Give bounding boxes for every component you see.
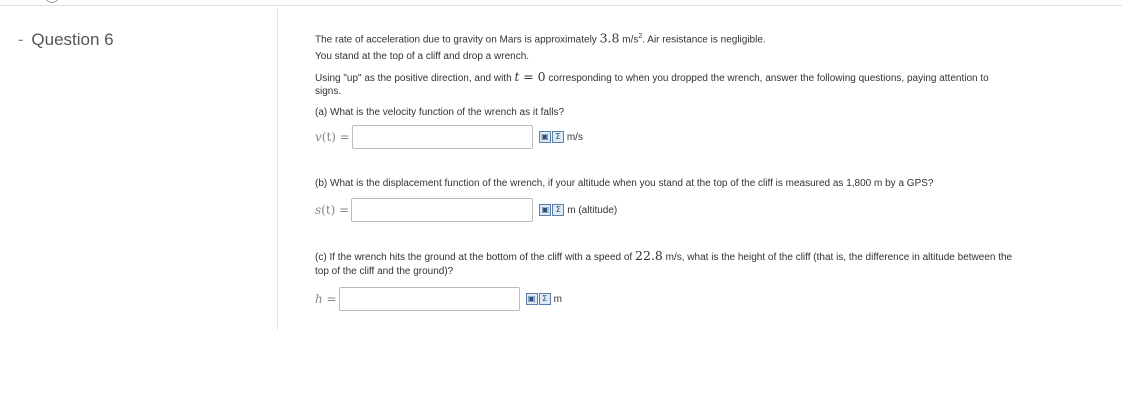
collapse-toggle[interactable]: - [18,30,24,49]
part-c-lhs: h = [315,292,337,306]
sigma-icon[interactable]: Σ [551,131,564,143]
impact-speed: 22.8 [635,248,663,263]
preview-icon[interactable]: ▣ [538,131,551,143]
sidebar-divider [277,8,278,330]
height-input[interactable] [338,287,520,311]
part-c-unit: m [553,293,562,305]
part-b-answer-row: s(t) = ▣ Σ m (altitude) [315,197,617,223]
part-b-unit: m (altitude) [567,204,618,216]
part-b-lhs: s(t) = [315,203,350,217]
part-c-answer-row: h = ▣ Σ m [315,286,562,312]
part-a-question: (a) What is the velocity function of the… [315,107,564,118]
problem-line-3: Using "up" as the positive direction, an… [315,69,989,84]
problem-line-1: The rate of acceleration due to gravity … [315,30,766,46]
preview-icon[interactable]: ▣ [525,293,538,305]
part-c-question-line2: top of the cliff and the ground)? [315,266,454,277]
displacement-input[interactable] [351,198,534,222]
sigma-icon[interactable]: Σ [552,204,565,216]
velocity-input[interactable] [351,125,533,149]
part-a-unit: m/s [566,131,583,143]
sigma-icon[interactable]: Σ [538,293,551,305]
preview-icon[interactable]: ▣ [539,204,552,216]
question-title: Question 6 [31,30,114,49]
prev-question-fragment [0,0,60,5]
problem-line-4: signs. [315,86,342,97]
problem-line-2: You stand at the top of a cliff and drop… [315,51,530,62]
top-divider [0,5,1122,6]
question-header[interactable]: - Question 6 [18,30,114,50]
part-b-question: (b) What is the displacement function of… [315,178,934,189]
gravity-value: 3.8 [599,30,620,46]
part-a-lhs: v(t) = [315,130,350,144]
part-a-answer-row: v(t) = ▣ Σ m/s [315,124,583,150]
